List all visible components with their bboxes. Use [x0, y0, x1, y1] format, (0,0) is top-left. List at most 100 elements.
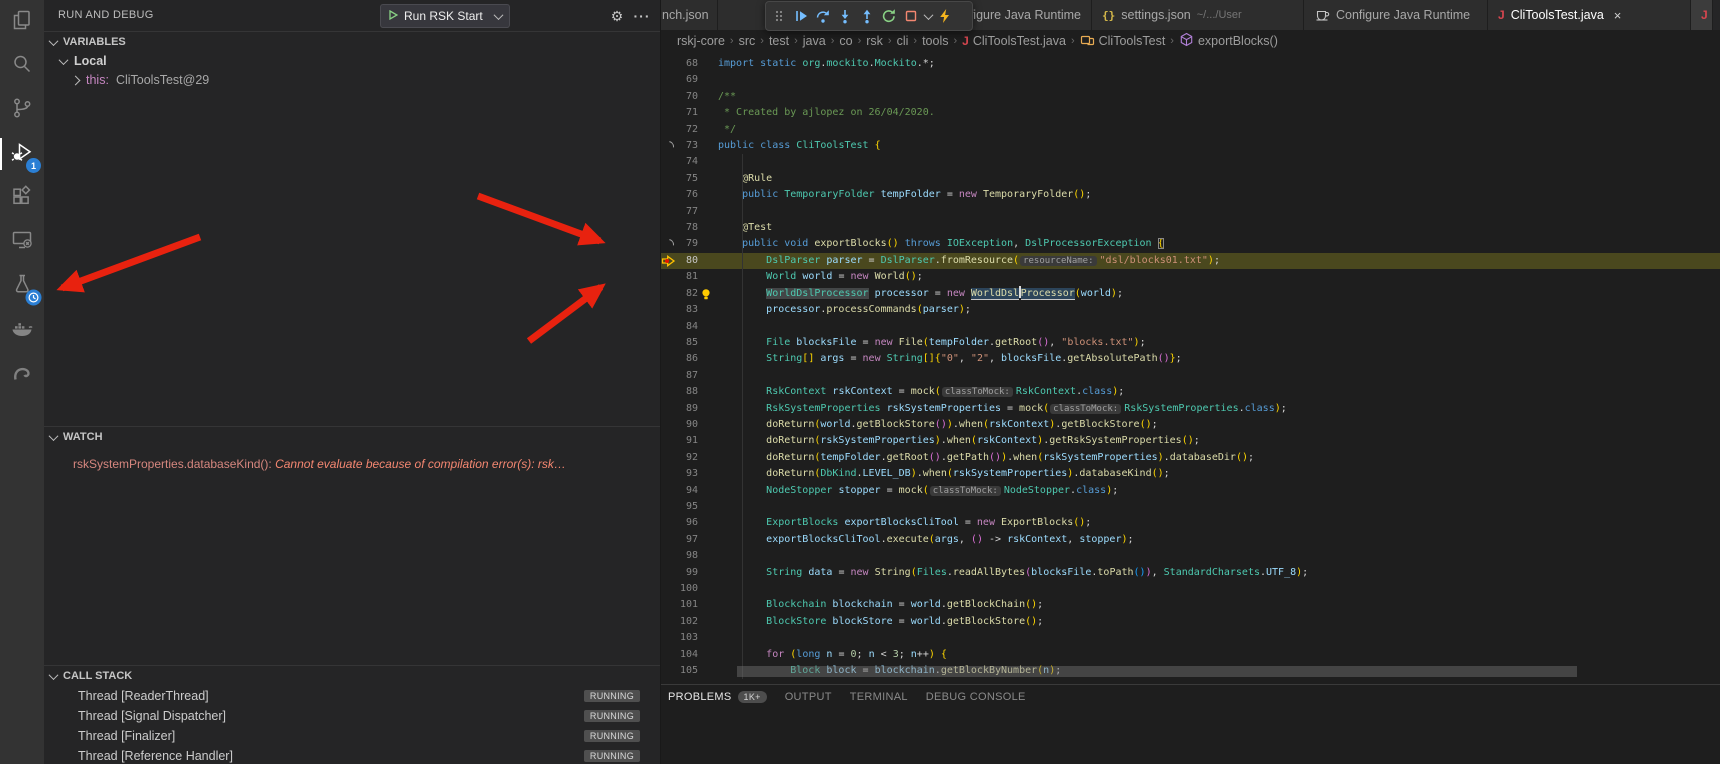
- activity-button-source-control[interactable]: [0, 88, 44, 132]
- code-editor[interactable]: 67import static org.junit.Assert.*;68imp…: [660, 40, 1720, 680]
- breadcrumb-item[interactable]: rsk: [866, 34, 883, 48]
- code-text[interactable]: */: [718, 122, 1720, 138]
- editor-tab[interactable]: J: [1691, 0, 1713, 30]
- editor-tab-configure-java-runtime[interactable]: Configure Java Runtime: [1304, 0, 1488, 30]
- line-number[interactable]: 91: [676, 433, 698, 449]
- code-text[interactable]: [718, 319, 1720, 335]
- gutter-glyph-margin[interactable]: [660, 663, 676, 679]
- gutter-glyph-margin[interactable]: [660, 204, 676, 220]
- run-configuration-dropdown[interactable]: Run RSK Start: [380, 4, 510, 28]
- gutter-glyph-margin[interactable]: [660, 499, 676, 515]
- breadcrumb-item[interactable]: CliToolsTest: [1080, 32, 1166, 50]
- variable-this-row[interactable]: this: CliToolsTest@29: [44, 71, 660, 89]
- gutter-glyph-margin[interactable]: [660, 89, 676, 105]
- line-number[interactable]: 97: [676, 532, 698, 548]
- code-line-102[interactable]: 102 BlockStore blockStore = world.getBlo…: [660, 614, 1720, 630]
- code-line-69[interactable]: 69: [660, 72, 1720, 88]
- activity-button-search[interactable]: [0, 44, 44, 88]
- code-line-84[interactable]: 84: [660, 319, 1720, 335]
- activity-button-gradle-elephant[interactable]: [0, 352, 44, 396]
- breadcrumb-item[interactable]: test: [769, 34, 789, 48]
- gutter-glyph-margin[interactable]: [660, 614, 676, 630]
- code-text[interactable]: File blocksFile = new File(tempFolder.ge…: [718, 335, 1720, 351]
- breadcrumb-item[interactable]: cli: [897, 34, 909, 48]
- gutter-glyph-margin[interactable]: [660, 384, 676, 400]
- activity-button-docker-whale[interactable]: [0, 308, 44, 352]
- gutter-glyph-margin[interactable]: [660, 187, 676, 203]
- code-text[interactable]: /**: [718, 89, 1720, 105]
- code-line-96[interactable]: 96 ExportBlocks exportBlocksCliTool = ne…: [660, 515, 1720, 531]
- code-text[interactable]: public TemporaryFolder tempFolder = new …: [718, 187, 1720, 203]
- code-line-68[interactable]: 68import static org.mockito.Mockito.*;: [660, 56, 1720, 72]
- code-text[interactable]: ExportBlocks exportBlocksCliTool = new E…: [718, 515, 1720, 531]
- spinner-icon[interactable]: [660, 236, 676, 252]
- code-line-94[interactable]: 94 NodeStopper stopper = mock(classToMoc…: [660, 483, 1720, 499]
- code-text[interactable]: exportBlocksCliTool.execute(args, () -> …: [718, 532, 1720, 548]
- gutter-glyph-margin[interactable]: [660, 565, 676, 581]
- code-text[interactable]: @Rule: [718, 171, 1720, 187]
- line-number[interactable]: 72: [676, 122, 698, 138]
- panel-tab-debug-console[interactable]: DEBUG CONSOLE: [926, 691, 1026, 703]
- code-text[interactable]: World world = new World();: [718, 269, 1720, 285]
- line-number[interactable]: 98: [676, 548, 698, 564]
- code-text[interactable]: [718, 72, 1720, 88]
- restart-button[interactable]: [878, 4, 900, 28]
- editor-tab-settings-json[interactable]: {}settings.json~/.../User: [1092, 0, 1304, 30]
- code-line-78[interactable]: 78 @Test: [660, 220, 1720, 236]
- code-text[interactable]: public void exportBlocks() throws IOExce…: [718, 236, 1720, 252]
- breadcrumb-item[interactable]: rskj-core: [677, 34, 725, 48]
- gutter-glyph-margin[interactable]: [660, 483, 676, 499]
- line-number[interactable]: 69: [676, 72, 698, 88]
- line-number[interactable]: 99: [676, 565, 698, 581]
- activity-button-remote-explorer[interactable]: [0, 220, 44, 264]
- code-text[interactable]: RskContext rskContext = mock(classToMock…: [718, 384, 1720, 400]
- line-number[interactable]: 94: [676, 483, 698, 499]
- line-number[interactable]: 74: [676, 154, 698, 170]
- gutter-glyph-margin[interactable]: [660, 532, 676, 548]
- code-text[interactable]: WorldDslProcessor processor = new WorldD…: [718, 286, 1720, 302]
- code-text[interactable]: processor.processCommands(parser);: [718, 302, 1720, 318]
- code-line-99[interactable]: 99 String data = new String(Files.readAl…: [660, 565, 1720, 581]
- call-stack-thread-row[interactable]: Thread [ReaderThread]RUNNING: [44, 686, 660, 706]
- gutter-glyph-margin[interactable]: [660, 154, 676, 170]
- line-number[interactable]: 92: [676, 450, 698, 466]
- gutter-glyph-margin[interactable]: [660, 597, 676, 613]
- gutter-glyph-margin[interactable]: [660, 581, 676, 597]
- gutter-glyph-margin[interactable]: [660, 302, 676, 318]
- activity-button-run-and-debug[interactable]: 1: [0, 132, 44, 176]
- line-number[interactable]: 102: [676, 614, 698, 630]
- call-stack-thread-row[interactable]: Thread [Finalizer]RUNNING: [44, 726, 660, 746]
- line-number[interactable]: 104: [676, 647, 698, 663]
- code-text[interactable]: * Created by ajlopez on 26/04/2020.: [718, 105, 1720, 121]
- code-text[interactable]: [718, 204, 1720, 220]
- watch-section-header[interactable]: WATCH: [44, 426, 660, 447]
- code-text[interactable]: DslParser parser = DslParser.fromResourc…: [718, 253, 1720, 269]
- code-line-98[interactable]: 98: [660, 548, 1720, 564]
- code-line-104[interactable]: 104 for (long n = 0; n < 3; n++) {: [660, 647, 1720, 663]
- call-stack-thread-row[interactable]: Thread [Reference Handler]RUNNING: [44, 746, 660, 764]
- code-line-74[interactable]: 74: [660, 154, 1720, 170]
- code-text[interactable]: public class CliToolsTest {: [718, 138, 1720, 154]
- line-number[interactable]: 93: [676, 466, 698, 482]
- code-text[interactable]: doReturn(DbKind.LEVEL_DB).when(rskSystem…: [718, 466, 1720, 482]
- line-number[interactable]: 86: [676, 351, 698, 367]
- line-number[interactable]: 103: [676, 630, 698, 646]
- activity-button-explorer[interactable]: [0, 0, 44, 44]
- line-number[interactable]: 68: [676, 56, 698, 72]
- code-line-71[interactable]: 71 * Created by ajlopez on 26/04/2020.: [660, 105, 1720, 121]
- code-line-97[interactable]: 97 exportBlocksCliTool.execute(args, () …: [660, 532, 1720, 548]
- call-stack-thread-row[interactable]: Thread [Signal Dispatcher]RUNNING: [44, 706, 660, 726]
- line-number[interactable]: 71: [676, 105, 698, 121]
- code-line-77[interactable]: 77: [660, 204, 1720, 220]
- lightbulb-icon[interactable]: [698, 286, 714, 302]
- code-line-87[interactable]: 87: [660, 368, 1720, 384]
- code-line-81[interactable]: 81 World world = new World();: [660, 269, 1720, 285]
- gutter-glyph-margin[interactable]: [660, 319, 676, 335]
- line-number[interactable]: 101: [676, 597, 698, 613]
- code-line-101[interactable]: 101 Blockchain blockchain = world.getBlo…: [660, 597, 1720, 613]
- breadcrumb-item[interactable]: co: [839, 34, 852, 48]
- gutter-glyph-margin[interactable]: [660, 515, 676, 531]
- step-into-button[interactable]: [834, 4, 856, 28]
- line-number[interactable]: 100: [676, 581, 698, 597]
- code-line-83[interactable]: 83 processor.processCommands(parser);: [660, 302, 1720, 318]
